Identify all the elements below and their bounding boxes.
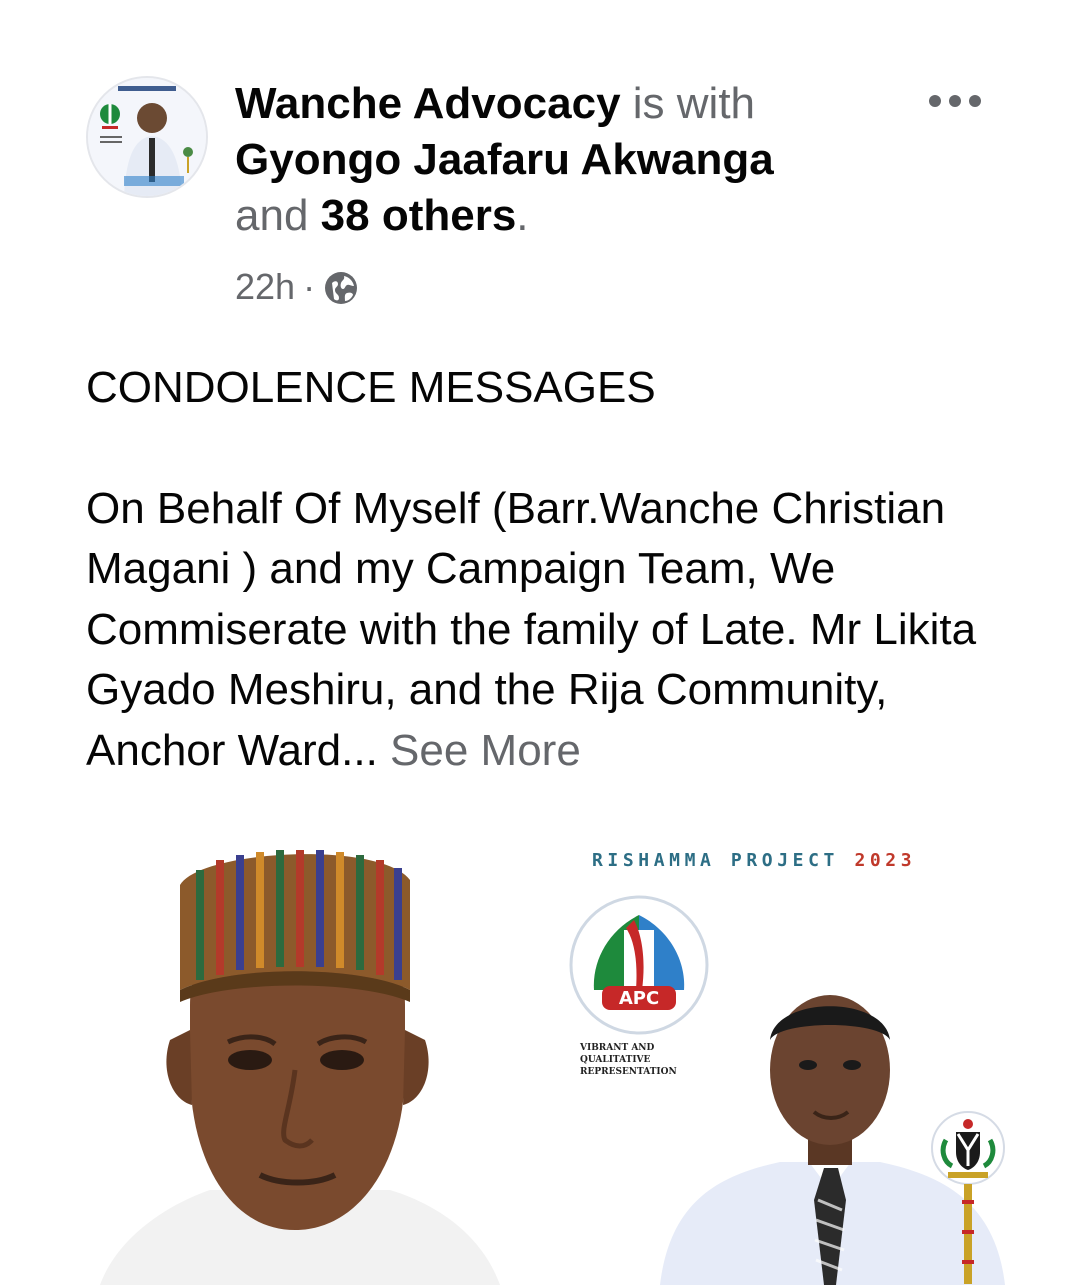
coat-of-arms-icon: [931, 1111, 1005, 1284]
post-text: CONDOLENCE MESSAGES On Behalf Of Myself …: [86, 358, 1016, 781]
more-options-icon: [929, 95, 981, 107]
meta-separator: ·: [303, 266, 316, 307]
post-photos: RISHAMMA PROJECT 2023 APC VIBRANT AND QU…: [0, 830, 1080, 1285]
more-options-button[interactable]: [922, 84, 988, 118]
post-headline: CONDOLENCE MESSAGES: [86, 363, 656, 412]
project-year: 2023: [854, 850, 917, 871]
post-header-text: Wanche Advocacy is with Gyongo Jaafaru A…: [235, 76, 875, 244]
portrait-elder-image: [60, 830, 530, 1285]
tagged-person-link[interactable]: Gyongo Jaafaru Akwanga: [235, 135, 774, 184]
photo-left[interactable]: [60, 830, 530, 1285]
project-title-text: RISHAMMA PROJECT: [592, 850, 839, 871]
see-more-link[interactable]: See More: [390, 726, 581, 775]
and-text: and: [235, 191, 309, 240]
globe-icon[interactable]: [323, 269, 359, 305]
with-text: is with: [632, 79, 756, 128]
author-avatar-image: [88, 78, 206, 196]
photo-right[interactable]: RISHAMMA PROJECT 2023 APC VIBRANT AND QU…: [540, 830, 1080, 1285]
period: .: [516, 191, 529, 240]
project-title: RISHAMMA PROJECT 2023: [592, 850, 916, 871]
author-name-link[interactable]: Wanche Advocacy: [235, 79, 621, 128]
post-timestamp[interactable]: 22h: [235, 262, 295, 312]
author-avatar[interactable]: [86, 76, 208, 198]
post-header: Wanche Advocacy is with Gyongo Jaafaru A…: [0, 0, 1080, 330]
others-link[interactable]: 38 others: [321, 191, 517, 240]
post-meta: 22h ·: [235, 262, 359, 312]
